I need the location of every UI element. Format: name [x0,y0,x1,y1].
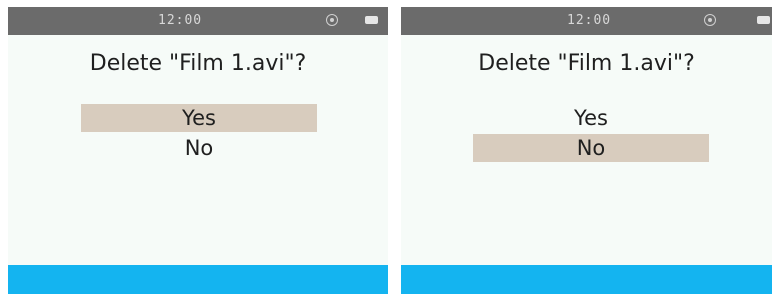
settings-icon [704,14,716,26]
no-option[interactable]: No [473,134,709,162]
yes-option[interactable]: Yes [81,104,317,132]
device-screen-left: 12:00 Delete "Film 1.avi"? Yes No [8,7,388,294]
no-option[interactable]: No [81,134,317,162]
status-bar: 12:00 [401,7,772,35]
battery-icon [757,16,770,24]
yes-option[interactable]: Yes [473,104,709,132]
dialog-title: Delete "Film 1.avi"? [478,51,695,76]
battery-icon [365,16,378,24]
status-clock: 12:00 [158,13,203,28]
bottom-bar [8,265,388,294]
status-clock: 12:00 [567,13,612,28]
status-bar: 12:00 [8,7,388,35]
dialog-title: Delete "Film 1.avi"? [89,51,307,76]
bottom-bar [401,265,772,294]
settings-icon [326,14,338,26]
device-screen-right: 12:00 Delete "Film 1.avi"? Yes No [401,7,772,294]
